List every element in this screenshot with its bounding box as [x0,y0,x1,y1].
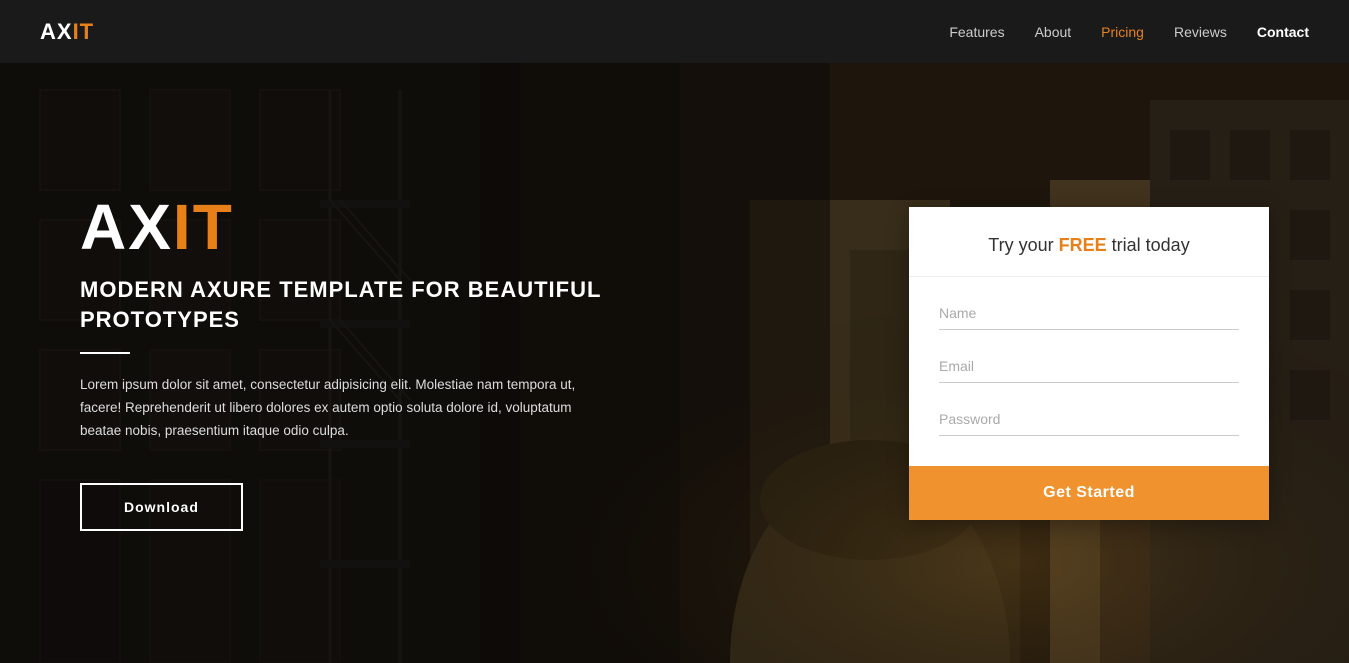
hero-left-content: AXIT MODERN AXURE TEMPLATE FOR BEAUTIFUL… [80,195,660,531]
hero-divider [80,352,130,354]
nav-reviews[interactable]: Reviews [1174,24,1227,40]
form-title-prefix: Try your [988,235,1058,255]
nav-features[interactable]: Features [949,24,1004,40]
hero-section: AXIT MODERN AXURE TEMPLATE FOR BEAUTIFUL… [0,0,1349,663]
form-title-suffix: trial today [1107,235,1190,255]
email-input[interactable] [939,350,1239,383]
hero-brand: AXIT [80,195,660,259]
get-started-button[interactable]: Get Started [909,466,1269,520]
nav-about[interactable]: About [1035,24,1072,40]
hero-description: Lorem ipsum dolor sit amet, consectetur … [80,374,600,443]
nav-contact[interactable]: Contact [1257,24,1309,40]
form-header: Try your FREE trial today [909,207,1269,277]
logo-ax: AX [40,19,73,44]
hero-right-content: Try your FREE trial today Get Started [909,207,1269,520]
hero-brand-it: IT [173,191,234,263]
hero-brand-ax: AX [80,191,173,263]
form-body [909,277,1269,466]
trial-form-card: Try your FREE trial today Get Started [909,207,1269,520]
hero-tagline: MODERN AXURE TEMPLATE FOR BEAUTIFUL PROT… [80,275,660,334]
navbar: AXIT Features About Pricing Reviews Cont… [0,0,1349,63]
name-input[interactable] [939,297,1239,330]
navbar-links: Features About Pricing Reviews Contact [949,24,1309,40]
form-title-free: FREE [1059,235,1107,255]
navbar-logo[interactable]: AXIT [40,19,94,45]
logo-it: IT [73,19,95,44]
nav-pricing[interactable]: Pricing [1101,24,1144,40]
download-button[interactable]: Download [80,483,243,531]
password-input[interactable] [939,403,1239,436]
